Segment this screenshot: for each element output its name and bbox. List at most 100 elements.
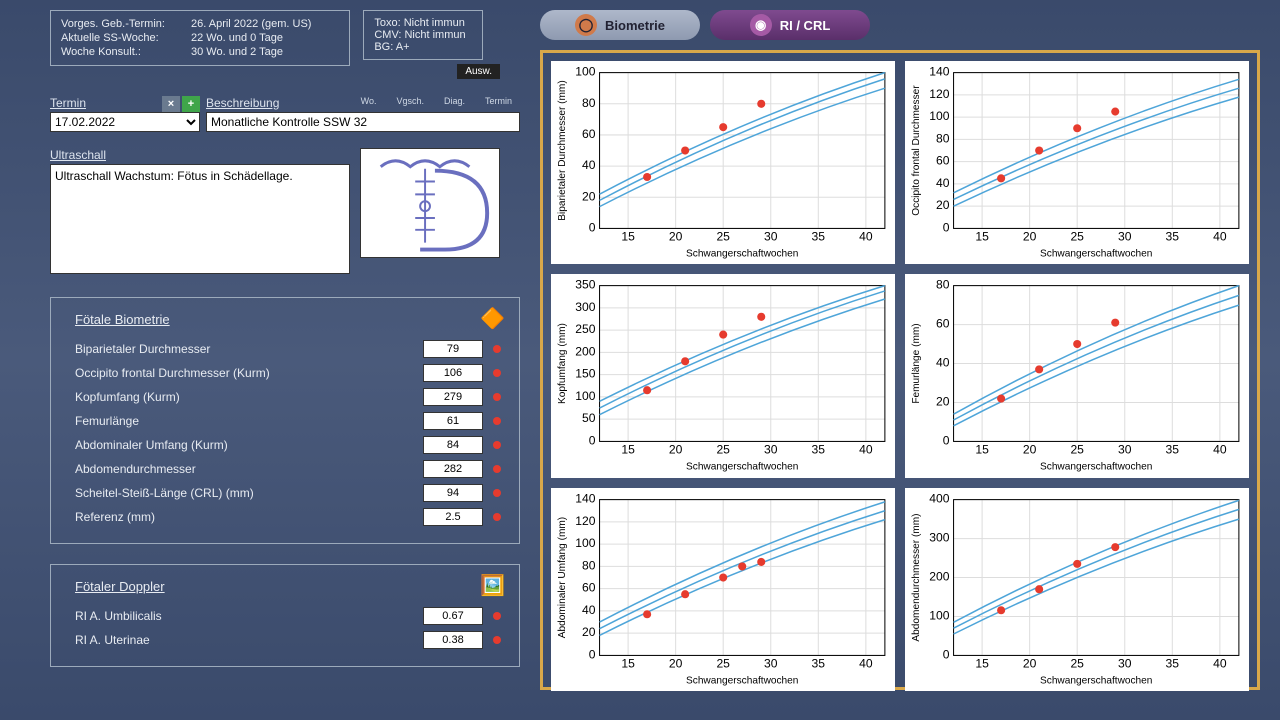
status-dot-icon — [493, 417, 501, 425]
metric-label: Kopfumfang (Kurm) — [75, 390, 423, 404]
svg-text:25: 25 — [1070, 656, 1084, 670]
growth-chart: 152025303540020406080100120140Schwangers… — [905, 61, 1249, 264]
toxo-status: Toxo: Nicht immun — [374, 17, 472, 29]
metric-input[interactable] — [423, 412, 483, 430]
metric-label: Abdominaler Umfang (Kurm) — [75, 438, 423, 452]
svg-text:30: 30 — [1118, 230, 1132, 244]
svg-text:40: 40 — [1213, 230, 1227, 244]
svg-text:25: 25 — [716, 230, 730, 244]
metric-input[interactable] — [423, 460, 483, 478]
growth-chart: 1520253035400100200300400Schwangerschaft… — [905, 488, 1249, 691]
svg-text:Occipito frontal Durchmesser: Occipito frontal Durchmesser — [911, 85, 922, 216]
biometry-row: Biparietaler Durchmesser — [75, 337, 501, 361]
biometry-row: Kopfumfang (Kurm) — [75, 385, 501, 409]
biometry-icon: 🔶 — [480, 306, 505, 331]
svg-text:80: 80 — [936, 131, 950, 145]
svg-text:40: 40 — [936, 356, 950, 370]
svg-text:25: 25 — [716, 443, 730, 457]
svg-text:Abdomendurchmesser (mm): Abdomendurchmesser (mm) — [911, 513, 922, 641]
svg-text:100: 100 — [575, 536, 595, 550]
cmv-status: CMV: Nicht immun — [374, 29, 472, 41]
metric-input[interactable] — [423, 436, 483, 454]
svg-text:Femurlänge (mm): Femurlänge (mm) — [911, 324, 922, 404]
status-dot-icon — [493, 393, 501, 401]
fetal-doppler-panel: 🖼️ Fötaler Doppler RI A. Umbilicalis RI … — [50, 564, 520, 667]
consult-week-label: Woche Konsult.: — [61, 46, 181, 58]
metric-label: Biparietaler Durchmesser — [75, 342, 423, 356]
svg-text:60: 60 — [582, 580, 596, 594]
svg-text:300: 300 — [575, 300, 595, 314]
svg-text:80: 80 — [582, 96, 596, 110]
svg-text:20: 20 — [1023, 230, 1037, 244]
svg-text:30: 30 — [764, 230, 778, 244]
svg-text:140: 140 — [929, 65, 949, 79]
edd-value: 26. April 2022 (gem. US) — [191, 18, 311, 30]
metric-input[interactable] — [423, 607, 483, 625]
delete-termin-button[interactable]: × — [162, 96, 180, 112]
biometry-title: Fötale Biometrie — [75, 312, 501, 327]
svg-text:20: 20 — [669, 656, 683, 670]
svg-text:40: 40 — [582, 158, 596, 172]
svg-text:300: 300 — [929, 530, 949, 544]
svg-text:350: 350 — [575, 278, 595, 292]
growth-chart: 152025303540020406080100120140Schwangers… — [551, 488, 895, 691]
metric-label: RI A. Uterinae — [75, 633, 423, 647]
tab-biometrie[interactable]: ◯ Biometrie — [540, 10, 700, 40]
svg-text:200: 200 — [575, 345, 595, 359]
tab-ri-crl[interactable]: ◉ RI / CRL — [710, 10, 870, 40]
metric-label: Femurlänge — [75, 414, 423, 428]
ultrasound-textarea[interactable]: Ultraschall Wachstum: Fötus in Schädella… — [50, 164, 350, 274]
metric-input[interactable] — [423, 340, 483, 358]
status-dot-icon — [493, 369, 501, 377]
svg-text:25: 25 — [716, 656, 730, 670]
termin-select[interactable]: 17.02.2022 — [50, 112, 200, 132]
metric-input[interactable] — [423, 508, 483, 526]
ultraschall-label: Ultraschall — [50, 148, 350, 162]
svg-text:35: 35 — [812, 656, 826, 670]
metric-input[interactable] — [423, 631, 483, 649]
status-dot-icon — [493, 489, 501, 497]
gest-week-label: Aktuelle SS-Woche: — [61, 32, 181, 44]
svg-text:120: 120 — [575, 514, 595, 528]
svg-text:100: 100 — [929, 608, 949, 622]
biometry-row: Abdominaler Umfang (Kurm) — [75, 433, 501, 457]
svg-text:30: 30 — [1118, 443, 1132, 457]
fetus-icon: ◉ — [750, 14, 772, 36]
metric-input[interactable] — [423, 484, 483, 502]
svg-text:20: 20 — [582, 189, 596, 203]
metric-label: Referenz (mm) — [75, 510, 423, 524]
consult-week-value: 30 Wo. und 2 Tage — [191, 46, 283, 58]
svg-text:40: 40 — [859, 656, 873, 670]
fetal-sketch-thumb[interactable] — [360, 148, 500, 258]
svg-text:Kopfumfang (mm): Kopfumfang (mm) — [557, 323, 568, 404]
svg-text:Schwangerschaftwochen: Schwangerschaftwochen — [1040, 675, 1152, 686]
svg-text:0: 0 — [589, 220, 596, 234]
svg-text:40: 40 — [859, 443, 873, 457]
svg-text:15: 15 — [975, 656, 989, 670]
charts-grid: 15 20 25 30 35 40 0 20 40 60 80 100 Schwangerschaftw… — [540, 50, 1260, 690]
svg-text:0: 0 — [943, 434, 950, 448]
add-termin-button[interactable]: + — [182, 96, 200, 112]
status-dot-icon — [493, 513, 501, 521]
growth-chart: 152025303540020406080Schwangerschaftwoch… — [905, 274, 1249, 477]
biometry-row: Femurlänge — [75, 409, 501, 433]
svg-text:140: 140 — [575, 491, 595, 505]
fetal-biometry-panel: 🔶 Fötale Biometrie Biparietaler Durchmes… — [50, 297, 520, 544]
growth-chart: 152025303540020406080100Schwangerschaftw… — [551, 61, 895, 264]
svg-text:40: 40 — [1213, 656, 1227, 670]
svg-text:250: 250 — [575, 322, 595, 336]
svg-text:60: 60 — [936, 154, 950, 168]
description-input[interactable] — [206, 112, 520, 132]
svg-text:Schwangerschaftwochen: Schwangerschaftwochen — [1040, 249, 1152, 260]
metric-input[interactable] — [423, 388, 483, 406]
svg-text:Schwangerschaftwochen: Schwangerschaftwochen — [1040, 462, 1152, 473]
svg-text:Biparietaler Durchmesser (mm): Biparietaler Durchmesser (mm) — [557, 80, 568, 220]
metric-input[interactable] — [423, 364, 483, 382]
ausw-button[interactable]: Ausw. — [457, 64, 500, 79]
svg-text:80: 80 — [936, 278, 950, 292]
svg-text:35: 35 — [812, 443, 826, 457]
patient-summary-box: Vorges. Geb.-Termin:26. April 2022 (gem.… — [50, 10, 350, 66]
gest-week-value: 22 Wo. und 0 Tage — [191, 32, 283, 44]
doppler-icon: 🖼️ — [480, 573, 505, 598]
pregnancy-icon: ◯ — [575, 14, 597, 36]
